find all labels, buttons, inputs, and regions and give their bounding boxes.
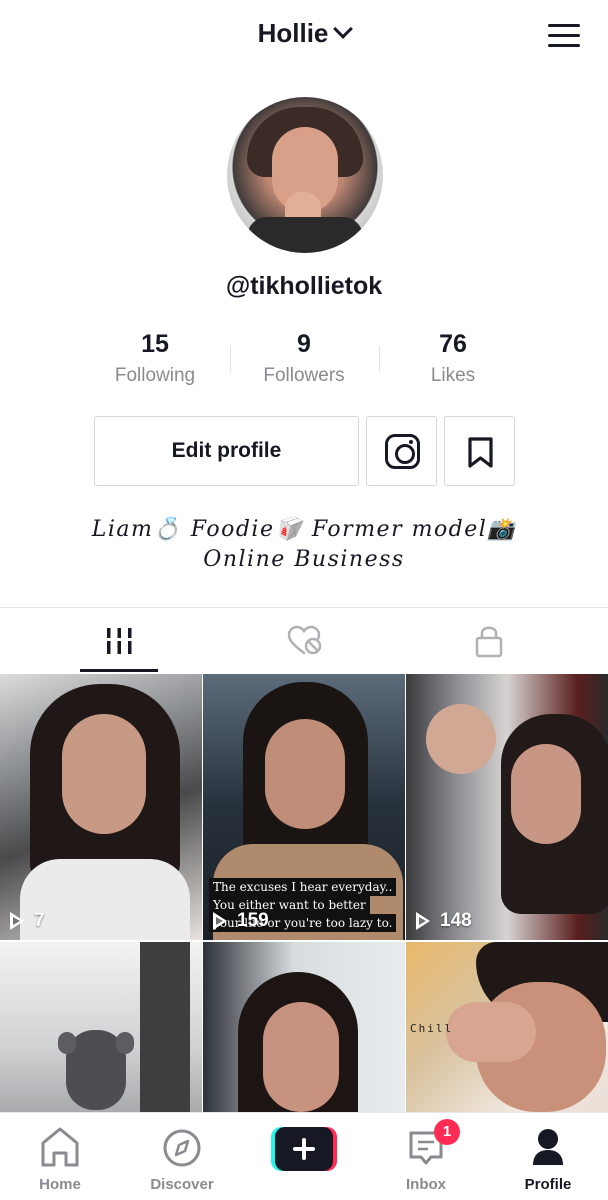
notification-badge: 1 xyxy=(434,1119,460,1145)
avatar[interactable] xyxy=(227,97,383,253)
video-caption-line: The excuses I hear everyday.. xyxy=(209,878,397,896)
bookmark-icon xyxy=(468,437,493,468)
nav-home[interactable]: Home xyxy=(10,1123,110,1195)
profile-bio: Liam💍 Foodie🥡 Former model📸 Online Busin… xyxy=(0,515,608,575)
inbox-icon xyxy=(409,1131,443,1165)
account-switcher[interactable]: Hollie xyxy=(0,18,608,49)
stat-following[interactable]: 15 Following xyxy=(80,330,230,387)
nav-discover[interactable]: Discover xyxy=(132,1123,232,1195)
nav-home-label: Home xyxy=(39,1176,81,1193)
profile-stats: 15 Following 9 Followers 76 Likes xyxy=(80,330,528,392)
video-thumbnail[interactable]: 148 xyxy=(406,674,608,940)
video-thumbnail[interactable]: 7 xyxy=(0,674,202,940)
nav-inbox[interactable]: 1 Inbox xyxy=(376,1119,476,1195)
view-count: 159 xyxy=(213,910,269,932)
play-icon xyxy=(416,912,430,930)
video-thumbnail[interactable]: The excuses I hear everyday.. You either… xyxy=(203,674,405,940)
profile-handle: @tikhollietok xyxy=(225,272,383,300)
tab-private[interactable] xyxy=(388,608,590,674)
instagram-button[interactable] xyxy=(366,416,437,486)
video-thumbnail[interactable] xyxy=(0,942,202,1114)
tab-videos[interactable] xyxy=(18,608,220,674)
video-grid: 7 The excuses I hear everyday.. You eith… xyxy=(0,674,608,1114)
bottom-navigation: Home Discover 1 Inbox Profile xyxy=(0,1112,608,1200)
compass-icon xyxy=(163,1129,201,1167)
profile-icon xyxy=(533,1129,563,1165)
instagram-icon xyxy=(385,434,420,469)
video-thumbnail[interactable] xyxy=(203,942,405,1114)
play-icon xyxy=(213,912,227,930)
play-icon xyxy=(10,912,24,930)
hamburger-menu-icon[interactable] xyxy=(548,24,580,48)
following-count: 15 xyxy=(141,330,169,358)
lock-icon xyxy=(475,626,503,658)
tab-liked[interactable] xyxy=(203,608,405,674)
likes-label: Likes xyxy=(430,365,476,386)
bio-line-2: Online Business xyxy=(203,547,405,572)
nav-profile[interactable]: Profile xyxy=(498,1123,598,1195)
create-video-button[interactable] xyxy=(271,1127,337,1171)
nav-discover-label: Discover xyxy=(150,1176,214,1193)
followers-count: 9 xyxy=(297,330,311,358)
edit-profile-button[interactable]: Edit profile xyxy=(94,416,359,486)
account-name: Hollie xyxy=(257,18,329,48)
view-count: 7 xyxy=(10,910,45,932)
chevron-down-icon xyxy=(333,19,354,39)
stat-likes[interactable]: 76 Likes xyxy=(378,330,528,387)
favorites-button[interactable] xyxy=(444,416,515,486)
bio-line-1: Liam💍 Foodie🥡 Former model📸 xyxy=(91,517,517,542)
nav-profile-label: Profile xyxy=(524,1176,572,1193)
likes-count: 76 xyxy=(439,330,467,358)
grid-videos-icon xyxy=(104,628,134,654)
liked-videos-hidden-icon xyxy=(287,625,322,655)
nav-inbox-label: Inbox xyxy=(406,1176,446,1193)
video-thumbnail[interactable]: Chill xyxy=(406,942,608,1114)
stat-followers[interactable]: 9 Followers xyxy=(229,330,379,387)
home-icon xyxy=(41,1127,79,1167)
active-tab-indicator xyxy=(80,669,158,672)
profile-header: Hollie xyxy=(0,0,608,72)
view-count: 148 xyxy=(416,910,472,932)
video-overlay-text: Chill xyxy=(410,1022,454,1035)
followers-label: Followers xyxy=(263,365,345,386)
following-label: Following xyxy=(114,365,196,386)
